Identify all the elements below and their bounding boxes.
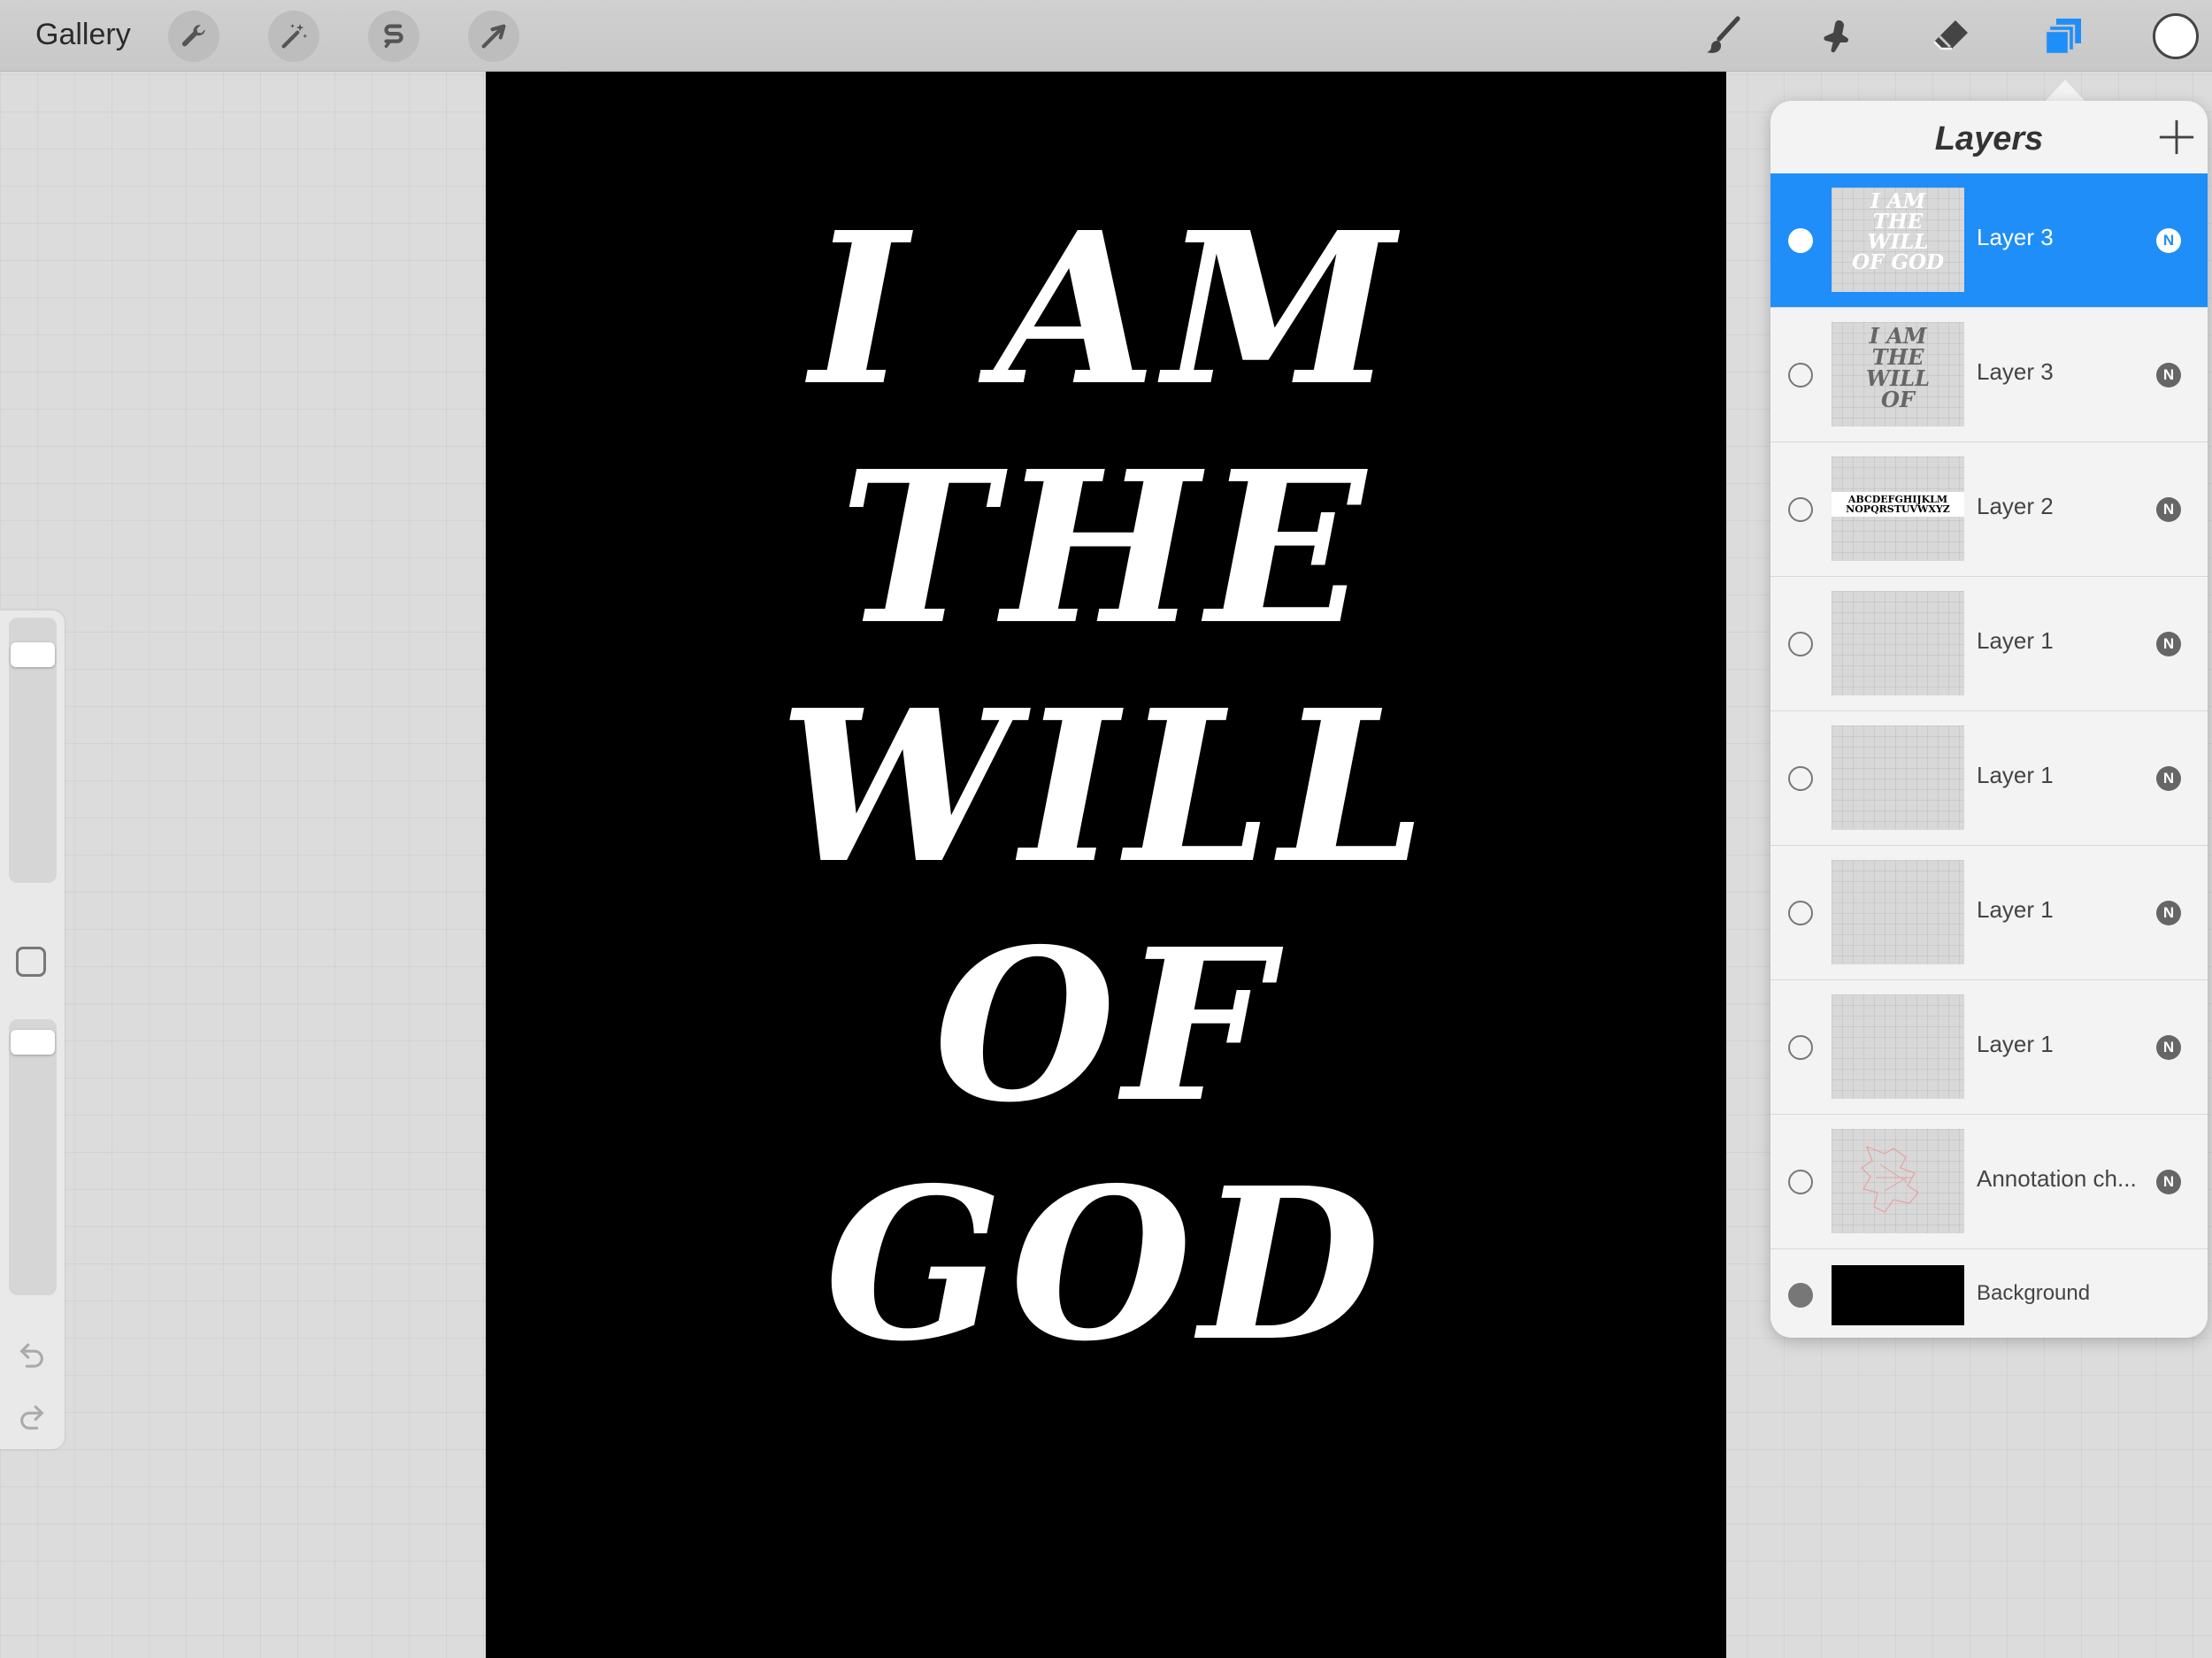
- annotation-sketch-icon: [1861, 1145, 1919, 1213]
- layer-row[interactable]: Layer 1 N: [1770, 710, 2208, 845]
- layer-visibility-checkbox[interactable]: [1788, 228, 1813, 253]
- opacity-slider-thumb[interactable]: [11, 1030, 55, 1055]
- blend-mode-button[interactable]: N: [2156, 1035, 2181, 1060]
- layer-thumbnail: [1832, 860, 1964, 964]
- layer-visibility-checkbox[interactable]: [1788, 1283, 1813, 1308]
- undo-button[interactable]: [14, 1336, 50, 1371]
- thumbnail-text: ABCDEFGHIJKLM NOPQRSTUVWXYZ: [1832, 492, 1964, 517]
- color-picker-button[interactable]: [2153, 13, 2199, 59]
- transform-arrow-icon[interactable]: [468, 11, 519, 62]
- blend-mode-button[interactable]: N: [2156, 1170, 2181, 1194]
- layer-thumbnail: [1832, 994, 1964, 1099]
- layer-name: Layer 1: [1977, 1031, 2054, 1057]
- layer-visibility-checkbox[interactable]: [1788, 1035, 1813, 1060]
- layer-row[interactable]: ABCDEFGHIJKLM NOPQRSTUVWXYZ Layer 2 N: [1770, 441, 2208, 576]
- layer-row[interactable]: Layer 1 N: [1770, 979, 2208, 1114]
- layer-visibility-checkbox[interactable]: [1788, 901, 1813, 925]
- canvas-text-line: I AM: [810, 186, 1402, 432]
- layer-visibility-checkbox[interactable]: [1788, 632, 1813, 656]
- undo-icon: [19, 1343, 43, 1368]
- redo-button[interactable]: [14, 1398, 50, 1433]
- layers-title: Layers: [1934, 120, 2044, 157]
- layer-thumbnail: I AM THE WILL OF: [1832, 322, 1964, 426]
- plus-icon: [2159, 119, 2194, 155]
- thumbnail-text: I AM THE WILL OF: [1866, 323, 1930, 412]
- smudge-icon[interactable]: [1808, 9, 1863, 64]
- layer-thumbnail: I AM THE WILL OF GOD: [1832, 188, 1964, 292]
- layer-row[interactable]: Layer 1 N: [1770, 845, 2208, 979]
- brush-size-slider[interactable]: [9, 618, 57, 883]
- wrench-icon[interactable]: [168, 11, 219, 62]
- layer-visibility-checkbox[interactable]: [1788, 1170, 1813, 1194]
- layer-name: Layer 1: [1977, 627, 2054, 654]
- layer-visibility-checkbox[interactable]: [1788, 363, 1813, 388]
- layer-visibility-checkbox[interactable]: [1788, 497, 1813, 522]
- layer-thumbnail: [1832, 1265, 1964, 1325]
- canvas-text-line: THE: [839, 425, 1373, 671]
- layer-row-background[interactable]: Background: [1770, 1248, 2208, 1338]
- blend-mode-button[interactable]: N: [2156, 901, 2181, 925]
- layer-name: Layer 2: [1977, 493, 2054, 519]
- gallery-button[interactable]: Gallery: [35, 18, 131, 52]
- redo-icon: [20, 1405, 44, 1430]
- layer-thumbnail: [1832, 1129, 1964, 1233]
- brush-size-slider-thumb[interactable]: [11, 642, 55, 667]
- layer-visibility-checkbox[interactable]: [1788, 766, 1813, 791]
- magic-wand-icon[interactable]: [268, 11, 319, 62]
- layers-panel-pointer: [2044, 80, 2086, 103]
- layer-name: Layer 1: [1977, 896, 2054, 923]
- layers-panel: Layers I AM THE WILL OF GOD Layer 3 N I …: [1770, 101, 2208, 1338]
- blend-mode-button[interactable]: N: [2156, 632, 2181, 656]
- layer-row[interactable]: Layer 1 N: [1770, 576, 2208, 710]
- selection-s-icon[interactable]: [368, 11, 419, 62]
- layer-name: Layer 3: [1977, 224, 2054, 250]
- add-layer-button[interactable]: [2156, 117, 2197, 157]
- top-toolbar: Gallery: [0, 0, 2212, 72]
- canvas-text-line: GOD: [825, 1141, 1387, 1387]
- thumbnail-text: I AM THE WILL OF GOD: [1852, 189, 1944, 274]
- eraser-icon[interactable]: [1923, 9, 1978, 64]
- layers-icon[interactable]: [2036, 9, 2091, 64]
- layer-name: Background: [1977, 1281, 2091, 1305]
- blend-mode-button[interactable]: N: [2156, 363, 2181, 388]
- layer-thumbnail: ABCDEFGHIJKLM NOPQRSTUVWXYZ: [1832, 457, 1964, 561]
- drawing-canvas[interactable]: I AM THE WILL OF GOD: [486, 72, 1726, 1658]
- layer-name: Layer 1: [1977, 762, 2054, 788]
- blend-mode-button[interactable]: N: [2156, 228, 2181, 253]
- layer-thumbnail: [1832, 725, 1964, 830]
- layer-row[interactable]: Annotation ch... N: [1770, 1114, 2208, 1248]
- canvas-text-line: WILL: [779, 664, 1433, 910]
- canvas-text-line: OF: [933, 902, 1279, 1148]
- opacity-slider[interactable]: [9, 1019, 57, 1295]
- modify-button[interactable]: [16, 947, 46, 977]
- layer-row[interactable]: I AM THE WILL OF Layer 3 N: [1770, 307, 2208, 441]
- layer-name: Layer 3: [1977, 358, 2054, 385]
- layer-row[interactable]: I AM THE WILL OF GOD Layer 3 N: [1770, 173, 2208, 307]
- blend-mode-button[interactable]: N: [2156, 766, 2181, 791]
- left-sidebar: [0, 610, 65, 1449]
- layers-header: Layers: [1770, 101, 2208, 173]
- blend-mode-button[interactable]: N: [2156, 497, 2181, 522]
- brush-icon[interactable]: [1696, 9, 1751, 64]
- layer-name: Annotation ch...: [1977, 1165, 2137, 1192]
- layer-thumbnail: [1832, 591, 1964, 695]
